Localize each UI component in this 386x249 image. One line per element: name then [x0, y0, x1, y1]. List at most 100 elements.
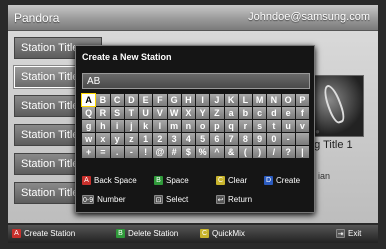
station-name-input[interactable]: AB	[82, 73, 310, 89]
keyboard-key[interactable]: n	[181, 120, 195, 132]
keyboard-key[interactable]: R	[96, 107, 110, 119]
keyboard-key[interactable]: p	[210, 120, 224, 132]
a-button-icon: A	[82, 176, 91, 186]
clear-button[interactable]: C Clear	[216, 176, 247, 186]
keyboard-key[interactable]: D	[124, 94, 138, 106]
keyboard-key[interactable]: =	[96, 146, 110, 158]
select-button[interactable]: ⊡ Select	[154, 195, 188, 205]
return-button[interactable]: ↩ Return	[216, 195, 252, 205]
keyboard-key[interactable]: l	[153, 120, 167, 132]
keyboard-key[interactable]: C	[110, 94, 124, 106]
keyboard-key[interactable]	[295, 133, 309, 145]
keyboard-key[interactable]: +	[82, 146, 96, 158]
keyboard-key[interactable]: -	[124, 146, 138, 158]
create-station-dialog: Create a New Station AB ABCDEFGHIJKLMNOP…	[75, 45, 315, 213]
keyboard-key[interactable]: t	[267, 120, 281, 132]
keyboard-key[interactable]: e	[281, 107, 295, 119]
keyboard-key[interactable]: |	[295, 146, 309, 158]
keyboard-key[interactable]: !	[139, 146, 153, 158]
keyboard-key[interactable]: a	[224, 107, 238, 119]
station-label: Station Title	[21, 187, 79, 199]
keyboard-key[interactable]: 7	[224, 133, 238, 145]
keyboard-key[interactable]: 4	[181, 133, 195, 145]
space-button[interactable]: B Space	[154, 176, 189, 186]
station-label: Station Title	[21, 42, 79, 54]
keyboard-key[interactable]: Q	[82, 107, 96, 119]
keyboard-key[interactable]: B	[96, 94, 110, 106]
keyboard-key[interactable]: E	[139, 94, 153, 106]
keyboard-key[interactable]: 1	[139, 133, 153, 145]
keyboard-key[interactable]: x	[96, 133, 110, 145]
keyboard-key[interactable]: T	[124, 107, 138, 119]
keyboard-key[interactable]: d	[267, 107, 281, 119]
keyboard-key[interactable]: 9	[253, 133, 267, 145]
keyboard-key[interactable]: ^	[210, 146, 224, 158]
keyboard-key[interactable]: i	[110, 120, 124, 132]
create-station-button[interactable]: A Create Station	[12, 229, 75, 239]
exit-button[interactable]: ⇥ Exit	[336, 229, 361, 239]
keyboard-key[interactable]: 6	[210, 133, 224, 145]
create-button[interactable]: D Create	[264, 176, 300, 186]
keyboard-key[interactable]: m	[167, 120, 181, 132]
keyboard-key[interactable]: .	[110, 146, 124, 158]
keyboard-key[interactable]: U	[139, 107, 153, 119]
keyboard-key[interactable]: X	[181, 107, 195, 119]
keyboard-key[interactable]: j	[124, 120, 138, 132]
keyboard-key[interactable]: /	[267, 146, 281, 158]
keyboard-key[interactable]: F	[153, 94, 167, 106]
keyboard-key[interactable]: O	[281, 94, 295, 106]
keyboard-key[interactable]: q	[224, 120, 238, 132]
keyboard-key[interactable]: H	[181, 94, 195, 106]
keyboard-key[interactable]: o	[196, 120, 210, 132]
keyboard-key[interactable]: u	[281, 120, 295, 132]
keyboard-key[interactable]: c	[253, 107, 267, 119]
backspace-button[interactable]: A Back Space	[82, 176, 137, 186]
keyboard-key[interactable]: @	[153, 146, 167, 158]
keyboard-key[interactable]: h	[96, 120, 110, 132]
keyboard-key[interactable]: Z	[210, 107, 224, 119]
keyboard-key[interactable]: K	[224, 94, 238, 106]
keyboard-key[interactable]: r	[238, 120, 252, 132]
keyboard-key[interactable]: 0	[267, 133, 281, 145]
dialog-hints-row-2: 0-9 Number ⊡ Select ↩ Return	[82, 195, 310, 209]
keyboard-key[interactable]: M	[253, 94, 267, 106]
keyboard-key[interactable]: L	[238, 94, 252, 106]
keyboard-key[interactable]: W	[167, 107, 181, 119]
keyboard-key[interactable]: I	[196, 94, 210, 106]
keyboard-key[interactable]: -	[281, 133, 295, 145]
keyboard-key[interactable]: $	[181, 146, 195, 158]
keyboard-key[interactable]: k	[139, 120, 153, 132]
keyboard-key[interactable]: &	[224, 146, 238, 158]
delete-station-button[interactable]: B Delete Station	[116, 229, 178, 239]
number-button[interactable]: 0-9 Number	[82, 195, 126, 205]
c-button-icon: C	[216, 176, 225, 186]
keyboard-key[interactable]: z	[124, 133, 138, 145]
keyboard-key[interactable]: b	[238, 107, 252, 119]
keyboard-key[interactable]: 5	[196, 133, 210, 145]
keyboard-key[interactable]: 2	[153, 133, 167, 145]
keyboard-key[interactable]: P	[295, 94, 309, 106]
keyboard-key[interactable]: %	[196, 146, 210, 158]
keyboard-key[interactable]: 3	[167, 133, 181, 145]
keyboard-key[interactable]: s	[253, 120, 267, 132]
keyboard-key[interactable]: g	[82, 120, 96, 132]
keyboard-key[interactable]: Y	[196, 107, 210, 119]
guitar-icon	[320, 82, 348, 126]
keyboard-key[interactable]: A	[80, 93, 97, 107]
keyboard-key[interactable]: 8	[238, 133, 252, 145]
keyboard-key[interactable]: ?	[281, 146, 295, 158]
keyboard-key[interactable]: G	[167, 94, 181, 106]
quickmix-button[interactable]: C QuickMix	[200, 229, 245, 239]
keyboard-key[interactable]: V	[153, 107, 167, 119]
keyboard-key[interactable]: (	[238, 146, 252, 158]
keyboard-key[interactable]: w	[82, 133, 96, 145]
keyboard-key[interactable]: J	[210, 94, 224, 106]
keyboard-key[interactable]: )	[253, 146, 267, 158]
station-label: Station Title	[21, 71, 79, 83]
keyboard-key[interactable]: #	[167, 146, 181, 158]
keyboard-key[interactable]: f	[295, 107, 309, 119]
keyboard-key[interactable]: y	[110, 133, 124, 145]
keyboard-key[interactable]: v	[295, 120, 309, 132]
keyboard-key[interactable]: N	[267, 94, 281, 106]
keyboard-key[interactable]: S	[110, 107, 124, 119]
